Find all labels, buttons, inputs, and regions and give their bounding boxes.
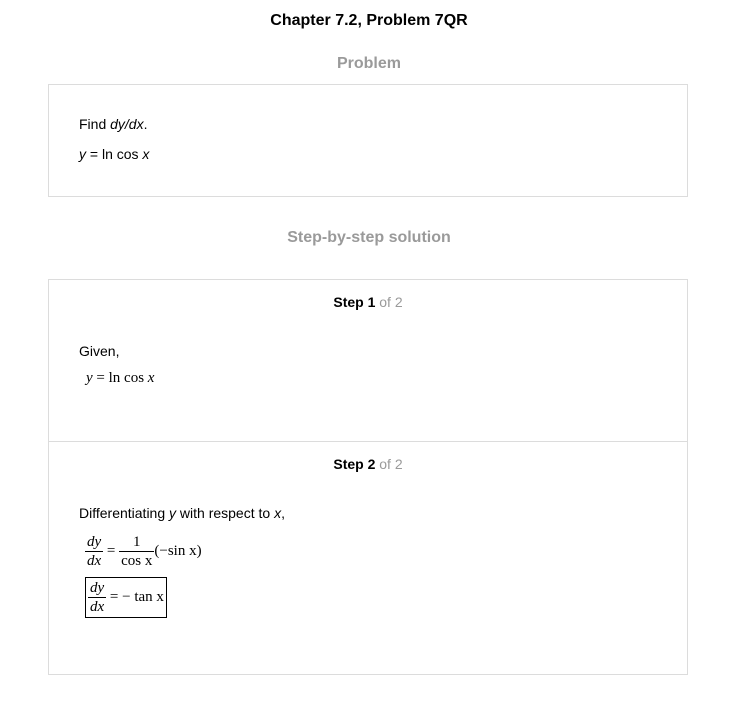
step-2-intro: Differentiating y with respect to x, [79, 505, 285, 521]
step-2-count: of 2 [375, 456, 403, 472]
step-2-final-answer: dy dx = − tan x [85, 577, 167, 618]
reciprocal-fraction: 1 cos x [119, 534, 155, 569]
derivative-fraction: dy dx [85, 534, 104, 569]
problem-line-2: y = ln cos x [79, 146, 150, 162]
page-title: Chapter 7.2, Problem 7QR [270, 12, 468, 29]
problem-box: Find dy/dx. y = ln cos x [48, 84, 688, 197]
step-1-label: Step 1 [333, 294, 376, 310]
step-2-header: Step 2 of 2 [49, 456, 687, 472]
step-1-equation: y = ln cos x [86, 370, 155, 386]
problem-derivative: dy/dx [110, 116, 144, 132]
solution-box: Step 1 of 2 Given, y = ln cos x Step 2 o… [48, 279, 688, 675]
step-divider [49, 441, 687, 442]
step-1-count: of 2 [375, 294, 403, 310]
problem-line-1: Find dy/dx. [79, 116, 148, 132]
problem-heading: Problem [336, 55, 401, 72]
answer-box: dy dx = − tan x [85, 577, 167, 618]
solution-heading: Step-by-step solution [287, 229, 451, 246]
step-1-intro: Given, [79, 343, 120, 359]
step-2-equation-1: dy dx = 1 cos x (−sin x) [85, 534, 202, 569]
step-2-label: Step 2 [333, 456, 376, 472]
step-1-header: Step 1 of 2 [49, 294, 687, 310]
